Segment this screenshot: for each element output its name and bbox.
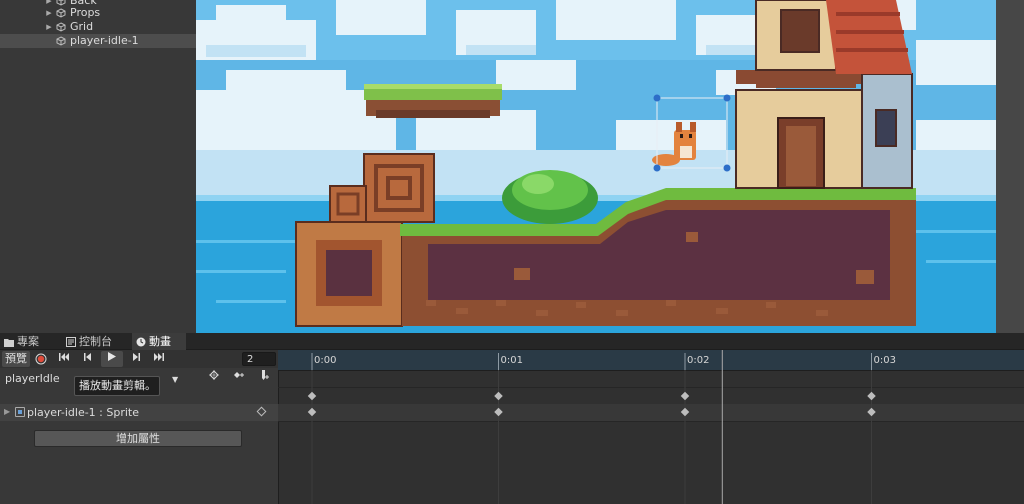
stone-block — [295, 221, 403, 327]
property-track[interactable] — [278, 404, 1024, 421]
tooltip: 播放動畫剪輯。 — [74, 376, 160, 396]
keyframe-diamond[interactable] — [680, 391, 690, 401]
record-icon — [35, 353, 47, 365]
clip-dropdown-value[interactable]: playerIdle — [5, 372, 60, 385]
keyframe-diamond[interactable] — [867, 391, 876, 401]
sprite-renderer-icon — [15, 407, 25, 417]
floating-platform — [364, 84, 502, 118]
animation-toolbar: 預覽 — [0, 350, 278, 368]
filter-keyframes-button[interactable] — [205, 370, 223, 386]
scene-canvas — [196, 0, 996, 333]
tab-animation[interactable]: 動畫 — [132, 333, 186, 350]
add-keyframe-icon — [234, 372, 244, 378]
diamond-outline-icon — [209, 370, 219, 380]
add-event-button[interactable] — [255, 370, 273, 386]
add-keyframe-button[interactable] — [230, 370, 248, 386]
tick-label: 0:00 — [314, 355, 336, 366]
tab-console[interactable]: 控制台 — [62, 333, 134, 350]
keyframe-diamond[interactable] — [307, 391, 317, 401]
gameobject-cube-icon — [56, 36, 66, 46]
hierarchy-item-player-idle-1[interactable]: player-idle-1 — [0, 34, 196, 48]
preview-button[interactable]: 預覽 — [2, 351, 30, 367]
step-forward-icon — [133, 353, 140, 361]
hierarchy-item-grid[interactable]: ▶ Grid — [0, 20, 196, 34]
tab-label: 控制台 — [79, 335, 112, 348]
step-back-icon — [84, 353, 91, 361]
hierarchy-item-label: Props — [70, 6, 101, 19]
fold-arrow-icon[interactable]: ▶ — [44, 6, 54, 20]
time-ticks: 0:00 0:01 0:02 0:03 — [311, 353, 896, 504]
time-ruler[interactable] — [278, 350, 1024, 370]
hierarchy-panel: ▶ Back ▶ Props ▶ Grid player-idle-1 — [0, 0, 196, 333]
add-property-button[interactable]: 增加屬性 — [34, 430, 242, 447]
tick-label: 0:03 — [874, 355, 896, 366]
record-button[interactable] — [32, 351, 50, 367]
last-frame-button[interactable] — [149, 351, 169, 367]
tick-label: 0:01 — [501, 355, 523, 366]
house — [735, 0, 913, 189]
skip-to-start-icon — [59, 353, 69, 361]
property-label: player-idle-1 : Sprite — [27, 406, 139, 419]
editor-window: ▶ Back ▶ Props ▶ Grid player-idle-1 專案 控… — [0, 0, 1024, 504]
hierarchy-item-props[interactable]: ▶ Props — [0, 6, 196, 20]
tab-label: 動畫 — [149, 335, 171, 348]
property-fold-arrow-icon[interactable]: ▶ — [4, 407, 10, 416]
add-event-icon — [262, 370, 269, 380]
folder-icon — [4, 338, 14, 347]
clip-dropdown-arrow-icon[interactable]: ▼ — [172, 375, 178, 384]
tab-label: 專案 — [17, 335, 39, 348]
timeline[interactable]: 0:00 0:01 0:02 0:03 — [278, 350, 1024, 504]
first-frame-button[interactable] — [54, 351, 74, 367]
fold-arrow-icon[interactable]: ▶ — [44, 20, 54, 34]
play-button[interactable] — [101, 351, 123, 367]
console-icon — [66, 337, 76, 347]
tick-label: 0:02 — [687, 355, 709, 366]
gameobject-cube-icon — [56, 22, 66, 32]
gameobject-cube-icon — [56, 8, 66, 18]
next-frame-button[interactable] — [126, 351, 146, 367]
skip-to-end-icon — [154, 353, 164, 361]
hierarchy-item-label: player-idle-1 — [70, 34, 139, 47]
prev-frame-button[interactable] — [78, 351, 98, 367]
bottom-tab-bar: 專案 控制台 動畫 — [0, 333, 1024, 350]
clock-icon — [136, 337, 146, 347]
scene-view[interactable] — [196, 0, 996, 333]
play-icon — [108, 352, 116, 361]
hierarchy-item-label: Grid — [70, 20, 94, 33]
current-frame-input[interactable] — [242, 352, 276, 366]
keyframe-diamond[interactable] — [494, 391, 503, 401]
